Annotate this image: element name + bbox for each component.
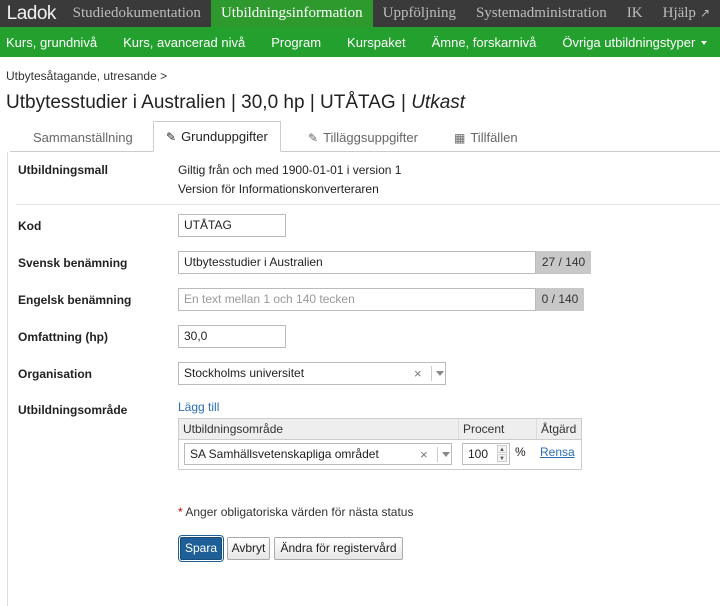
- utbildningsmall-label: Utbildningsmall: [18, 163, 108, 177]
- clear-icon[interactable]: ×: [420, 444, 428, 465]
- save-button[interactable]: Spara: [180, 537, 222, 560]
- divider: [16, 204, 720, 205]
- chevron-down-icon[interactable]: [442, 452, 450, 457]
- organisation-select[interactable]: Stockholms universitet ×: [178, 362, 446, 385]
- utbildningsomrade-table: Utbildningsområde Procent Åtgärd SA Samh…: [178, 418, 582, 470]
- column-header-atgard: Åtgärd: [537, 419, 581, 439]
- clear-icon[interactable]: ×: [414, 363, 422, 384]
- procent-stepper[interactable]: 100 ▲ ▼: [462, 443, 510, 465]
- required-fields-note: * Anger obligatoriska värden för nästa s…: [178, 505, 414, 519]
- table-row: SA Samhällsvetenskapliga området × 100 ▲…: [179, 439, 581, 469]
- spin-up-icon[interactable]: ▲: [497, 445, 507, 453]
- topnav-hjalp[interactable]: Hjälp ↗: [653, 0, 720, 27]
- select-separator: [431, 366, 432, 381]
- svensk-benamning-input[interactable]: Utbytesstudier i Australien: [178, 251, 536, 274]
- sub-navigation-bar: Kurs, grundnivå Kurs, avancerad nivå Pro…: [0, 27, 720, 57]
- top-navigation-bar: Ladok Studiedokumentation Utbildningsinf…: [0, 0, 720, 27]
- rensa-link[interactable]: Rensa: [540, 445, 575, 459]
- utbildningsmall-line2: Version för Informationskonverteraren: [178, 182, 379, 196]
- page-title: Utbytesstudier i Australien | 30,0 hp | …: [6, 92, 466, 113]
- svensk-char-counter: 27 / 140: [536, 251, 591, 274]
- tab-grunduppgifter[interactable]: ✎ Grunduppgifter: [153, 121, 281, 152]
- column-header-procent: Procent: [459, 419, 537, 439]
- tab-sammanstallning[interactable]: Sammanställning: [21, 125, 145, 152]
- pencil-icon: ✎: [166, 130, 177, 144]
- spin-down-icon[interactable]: ▼: [497, 454, 507, 462]
- calendar-icon: ▦: [454, 131, 466, 145]
- caret-down-icon: [701, 41, 708, 46]
- kod-label: Kod: [18, 219, 42, 233]
- top-nav: Studiedokumentation Utbildningsinformati…: [63, 0, 720, 27]
- topnav-ik[interactable]: IK: [617, 0, 653, 27]
- topnav-utbildningsinformation[interactable]: Utbildningsinformation: [210, 0, 373, 27]
- ladok-logo[interactable]: Ladok: [0, 0, 63, 27]
- topnav-studiedokumentation[interactable]: Studiedokumentation: [63, 0, 211, 27]
- omfattning-input[interactable]: 30,0: [178, 325, 286, 348]
- organisation-label: Organisation: [18, 367, 93, 381]
- select-separator: [437, 447, 438, 462]
- change-for-register-button[interactable]: Ändra för registervård: [274, 537, 403, 560]
- subnav-program[interactable]: Program: [258, 35, 334, 50]
- subnav-kurs-grundniva[interactable]: Kurs, grundnivå: [0, 35, 110, 50]
- utbildningsmall-line1: Giltig från och med 1900-01-01 i version…: [178, 163, 402, 177]
- engelsk-char-counter: 0 / 140: [536, 288, 584, 311]
- cancel-button[interactable]: Avbryt: [227, 537, 270, 560]
- topnav-systemadministration[interactable]: Systemadministration: [466, 0, 617, 27]
- utbildningsomrade-label: Utbildningsområde: [18, 403, 128, 417]
- svensk-benamning-label: Svensk benämning: [18, 256, 128, 270]
- tab-tillfallen[interactable]: ▦ Tillfällen: [442, 125, 530, 152]
- pencil-icon: ✎: [308, 131, 319, 145]
- external-link-icon: ↗: [699, 6, 710, 20]
- breadcrumb[interactable]: Utbytesåtagande, utresande >: [6, 69, 167, 83]
- tab-bar: Sammanställning ✎ Grunduppgifter ✎ Tillägg…: [10, 121, 720, 152]
- grunduppgifter-form: Utbildningsmall Giltig från och med 1900…: [7, 152, 720, 606]
- engelsk-benamning-label: Engelsk benämning: [18, 293, 132, 307]
- kod-input[interactable]: UTÅTAG: [178, 214, 286, 237]
- tab-tillaggsuppgifter[interactable]: ✎ Tilläggsuppgifter: [296, 125, 430, 152]
- procent-unit: %: [515, 445, 526, 459]
- add-utbildningsomrade-link[interactable]: Lägg till: [178, 400, 219, 414]
- subnav-kurs-avancerad[interactable]: Kurs, avancerad nivå: [110, 35, 258, 50]
- utbildningsomrade-select[interactable]: SA Samhällsvetenskapliga området ×: [184, 443, 452, 465]
- chevron-down-icon[interactable]: [436, 371, 444, 376]
- omfattning-label: Omfattning (hp): [18, 330, 108, 344]
- column-header-utbildningsomrade: Utbildningsområde: [179, 419, 459, 439]
- subnav-kurspaket[interactable]: Kurspaket: [334, 35, 419, 50]
- status-label: Utkast: [411, 92, 466, 113]
- engelsk-benamning-input[interactable]: En text mellan 1 och 140 tecken: [178, 288, 536, 311]
- topnav-uppfoljning[interactable]: Uppföljning: [373, 0, 466, 27]
- subnav-amne-forskarniva[interactable]: Ämne, forskarnivå: [419, 35, 550, 50]
- subnav-ovriga-utbildningstyper[interactable]: Övriga utbildningstyper: [549, 35, 720, 50]
